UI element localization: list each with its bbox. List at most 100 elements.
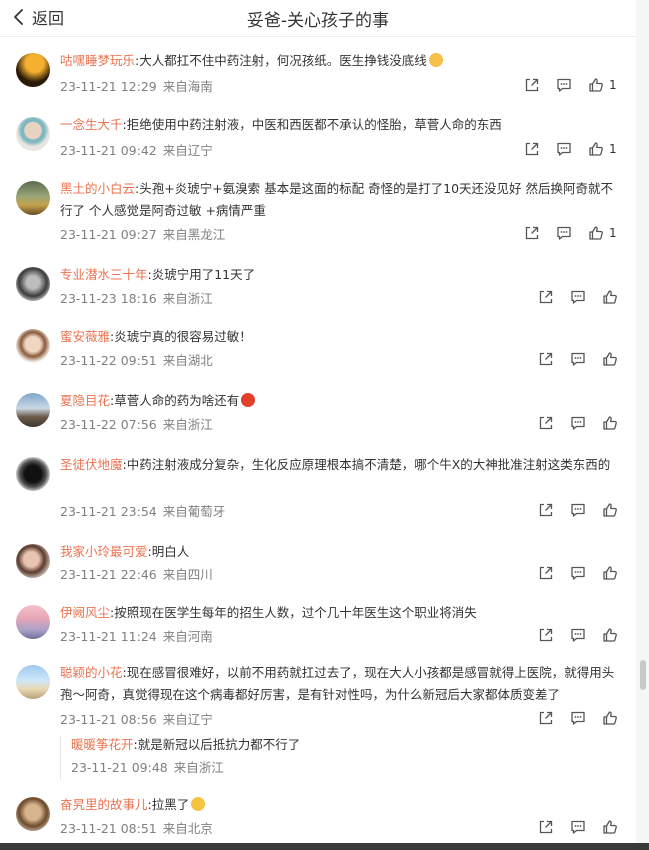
comment-time: 23-11-21 12:29 bbox=[60, 79, 157, 94]
share-button[interactable] bbox=[538, 415, 554, 431]
username-link[interactable]: 蜜安薇雅 bbox=[60, 329, 110, 344]
avatar[interactable] bbox=[16, 117, 50, 151]
comment-body: :草菅人命的药为啥还有 bbox=[110, 393, 240, 408]
comment-meta: 23-11-22 07:56 来自浙江 bbox=[60, 414, 213, 433]
like-button[interactable] bbox=[602, 627, 618, 643]
reply-location: 来自浙江 bbox=[173, 760, 224, 775]
comment-icon bbox=[557, 142, 571, 156]
share-icon bbox=[539, 352, 553, 366]
reply-meta: 23-11-21 09:48 来自浙江 bbox=[71, 757, 224, 776]
share-button[interactable] bbox=[538, 627, 554, 643]
share-button[interactable] bbox=[538, 351, 554, 367]
share-button[interactable] bbox=[538, 819, 554, 835]
share-button[interactable] bbox=[524, 141, 540, 157]
comment-time: 23-11-21 09:42 bbox=[60, 143, 157, 158]
share-icon bbox=[539, 503, 553, 517]
username-link[interactable]: 聪颖的小花 bbox=[60, 665, 123, 680]
username-link[interactable]: 一念生大千 bbox=[60, 117, 123, 132]
avatar[interactable] bbox=[16, 53, 50, 87]
username-link[interactable]: 圣徒伏地魔 bbox=[60, 457, 123, 472]
username-link[interactable]: 我家小玲最可爱 bbox=[60, 544, 148, 559]
thumbs-up-icon bbox=[603, 290, 617, 304]
like-button[interactable] bbox=[602, 819, 618, 835]
avatar[interactable] bbox=[16, 605, 50, 639]
username-link[interactable]: 咕嘿睡梦玩乐 bbox=[60, 53, 135, 68]
like-button[interactable] bbox=[602, 565, 618, 581]
comment-button[interactable] bbox=[570, 415, 586, 431]
comment-button[interactable] bbox=[556, 141, 572, 157]
comment-button[interactable] bbox=[570, 627, 586, 643]
scrollbar-track[interactable] bbox=[636, 0, 649, 850]
avatar[interactable] bbox=[16, 393, 50, 427]
reply-thread: 暖暖筝花开:就是新冠以后抵抗力都不行了 23-11-21 09:48 来自浙江 bbox=[60, 736, 621, 780]
comment-icon bbox=[571, 290, 585, 304]
comment-location: 来自葡萄牙 bbox=[162, 504, 226, 519]
avatar[interactable] bbox=[16, 267, 50, 301]
comment-location: 来自海南 bbox=[162, 79, 213, 94]
share-icon bbox=[525, 142, 539, 156]
comment-time: 23-11-22 09:51 bbox=[60, 353, 157, 368]
thumbs-up-icon bbox=[603, 416, 617, 430]
share-button[interactable] bbox=[538, 289, 554, 305]
comment-actions bbox=[538, 819, 628, 835]
username-link[interactable]: 夏隐目花 bbox=[60, 393, 110, 408]
like-button[interactable] bbox=[602, 710, 618, 726]
avatar[interactable] bbox=[16, 797, 50, 831]
username-link[interactable]: 伊阙风尘 bbox=[60, 605, 110, 620]
like-count: 1 bbox=[609, 142, 617, 156]
reply-username-link[interactable]: 暖暖筝花开 bbox=[71, 737, 134, 752]
comment-text: 蜜安薇雅:炎琥宁真的很容易过敏！ bbox=[60, 326, 618, 348]
comment-time: 23-11-22 07:56 bbox=[60, 417, 157, 432]
like-button[interactable]: 1 bbox=[588, 141, 617, 157]
comment-button[interactable] bbox=[570, 351, 586, 367]
comment-actions: 1 bbox=[524, 141, 624, 157]
username-link[interactable]: 黑土的小白云 bbox=[60, 181, 135, 196]
avatar[interactable] bbox=[16, 544, 50, 578]
comment-button[interactable] bbox=[570, 710, 586, 726]
comment-text: 我家小玲最可爱:明白人 bbox=[60, 541, 618, 563]
comment-location: 来自北京 bbox=[162, 821, 213, 836]
like-button[interactable] bbox=[602, 351, 618, 367]
comment-meta: 23-11-23 18:16 来自浙江 bbox=[60, 288, 213, 307]
avatar[interactable] bbox=[16, 329, 50, 363]
share-button[interactable] bbox=[524, 225, 540, 241]
like-count: 1 bbox=[609, 78, 617, 92]
like-button[interactable]: 1 bbox=[588, 225, 617, 241]
comment-button[interactable] bbox=[570, 565, 586, 581]
comment-meta: 23-11-21 22:46 来自四川 bbox=[60, 564, 213, 583]
share-button[interactable] bbox=[524, 77, 540, 93]
comment-button[interactable] bbox=[556, 225, 572, 241]
comment-meta: 23-11-21 11:24 来自河南 bbox=[60, 626, 213, 645]
comment-body: :头孢+炎琥宁+氨溴索 基本是这面的标配 奇怪的是打了10天还没见好 然后换阿奇… bbox=[60, 181, 614, 218]
like-button[interactable] bbox=[602, 415, 618, 431]
avatar[interactable] bbox=[16, 665, 50, 699]
reply-time: 23-11-21 09:48 bbox=[71, 760, 168, 775]
comment-location: 来自浙江 bbox=[162, 417, 213, 432]
avatar[interactable] bbox=[16, 457, 50, 491]
comment-text: 聪颖的小花:现在感冒很难好，以前不用药就扛过去了，现在大人小孩都是感冒就得上医院… bbox=[60, 662, 618, 706]
avatar[interactable] bbox=[16, 181, 50, 215]
like-button[interactable] bbox=[602, 289, 618, 305]
reply-body: :就是新冠以后抵抗力都不行了 bbox=[133, 737, 301, 752]
comment-button[interactable] bbox=[556, 77, 572, 93]
comment-button[interactable] bbox=[570, 502, 586, 518]
thumbs-up-icon bbox=[603, 503, 617, 517]
share-button[interactable] bbox=[538, 502, 554, 518]
comment-button[interactable] bbox=[570, 289, 586, 305]
thumbs-up-icon bbox=[589, 142, 603, 156]
scrollbar-thumb[interactable] bbox=[640, 660, 646, 690]
share-button[interactable] bbox=[538, 710, 554, 726]
comment-body: :拒绝使用中药注射液，中医和西医都不承认的怪胎，草菅人命的东西 bbox=[122, 117, 502, 132]
like-button[interactable] bbox=[602, 502, 618, 518]
bottom-edge-bar bbox=[0, 843, 649, 850]
like-button[interactable]: 1 bbox=[588, 77, 617, 93]
username-link[interactable]: 奋旯里的故事儿 bbox=[60, 797, 148, 812]
share-icon bbox=[539, 628, 553, 642]
thumbs-up-icon bbox=[589, 78, 603, 92]
share-button[interactable] bbox=[538, 565, 554, 581]
thumbs-up-icon bbox=[603, 820, 617, 834]
comment-text: 圣徒伏地魔:中药注射液成分复杂，生化反应原理根本搞不清楚，哪个牛X的大神批准注射… bbox=[60, 454, 618, 476]
username-link[interactable]: 专业潜水三十年 bbox=[60, 267, 148, 282]
comment-icon bbox=[557, 78, 571, 92]
comment-button[interactable] bbox=[570, 819, 586, 835]
